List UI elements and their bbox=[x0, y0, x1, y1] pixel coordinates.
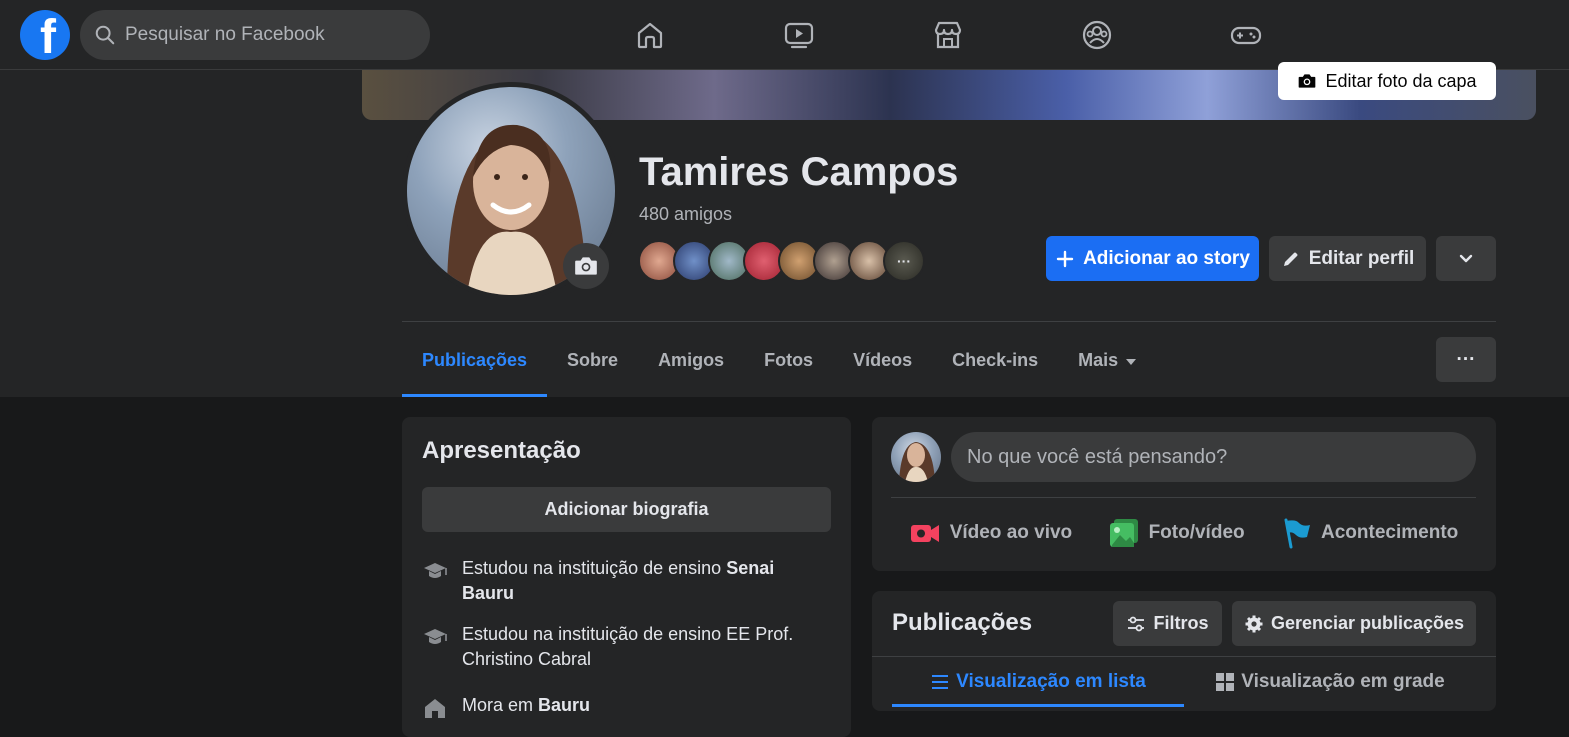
intro-item-prefix: Estudou na instituição de ensino bbox=[462, 558, 727, 578]
profile-name: Tamires Campos bbox=[639, 150, 959, 194]
nav-watch[interactable] bbox=[749, 0, 849, 70]
intro-education-item: Estudou na instituição de ensino EE Prof… bbox=[422, 622, 831, 672]
photo-video-button[interactable]: Foto/vídeo bbox=[1108, 517, 1245, 549]
posts-title: Publicações bbox=[892, 609, 1033, 636]
intro-item-text: Mora em Bauru bbox=[462, 693, 590, 718]
manage-posts-button[interactable]: Gerenciar publicações bbox=[1232, 601, 1476, 646]
nav-gaming[interactable] bbox=[1196, 0, 1296, 70]
graduation-cap-icon bbox=[424, 563, 447, 578]
live-video-icon bbox=[910, 525, 939, 542]
gear-icon bbox=[1245, 615, 1263, 632]
add-to-story-button[interactable]: Adicionar ao story bbox=[1046, 236, 1259, 281]
friends-count[interactable]: 480 amigos bbox=[639, 204, 732, 225]
logo-letter: f bbox=[40, 11, 56, 61]
home-icon bbox=[637, 22, 663, 49]
list-view-tab[interactable]: Visualização em lista bbox=[892, 657, 1184, 707]
tab-label: Check-ins bbox=[952, 350, 1039, 370]
caret-down-icon bbox=[1126, 358, 1137, 365]
tab-label: Publicações bbox=[422, 350, 528, 370]
filters-button[interactable]: Filtros bbox=[1113, 601, 1222, 646]
gaming-icon bbox=[1230, 26, 1262, 45]
edit-cover-photo-button[interactable]: Editar foto da capa bbox=[1278, 62, 1496, 100]
top-navigation-bar: f bbox=[0, 0, 1569, 70]
tab-videos[interactable]: Vídeos bbox=[833, 324, 932, 397]
tabs-more-options-button[interactable]: ··· bbox=[1436, 337, 1496, 382]
nav-marketplace[interactable] bbox=[898, 0, 998, 70]
tab-label: Sobre bbox=[567, 350, 619, 370]
tab-label: Mais bbox=[1078, 350, 1119, 370]
posts-card: Publicações Filtros Gerenciar publicaçõe… bbox=[872, 591, 1496, 711]
list-icon bbox=[932, 675, 949, 689]
camera-icon bbox=[1299, 74, 1316, 88]
tab-sobre[interactable]: Sobre bbox=[547, 324, 638, 397]
more-friends-dots: ··· bbox=[897, 253, 911, 269]
intro-item-text: Estudou na instituição de ensino Senai B… bbox=[462, 556, 831, 606]
filters-label: Filtros bbox=[1153, 613, 1209, 633]
chevron-down-icon bbox=[1459, 254, 1473, 262]
whats-on-your-mind-input[interactable]: No que você está pensando? bbox=[951, 432, 1476, 482]
filter-sliders-icon bbox=[1128, 616, 1145, 631]
camera-icon bbox=[575, 257, 597, 275]
grid-view-tab[interactable]: Visualização em grade bbox=[1184, 657, 1476, 707]
nav-home[interactable] bbox=[600, 0, 700, 70]
tab-label: Vídeos bbox=[853, 350, 913, 370]
profile-tabs: Publicações Sobre Amigos Fotos Vídeos Ch… bbox=[402, 324, 1156, 397]
composer-avatar[interactable] bbox=[891, 432, 941, 482]
more-options-dots: ··· bbox=[1456, 348, 1476, 370]
live-video-button[interactable]: Vídeo ao vivo bbox=[909, 517, 1072, 549]
update-profile-picture-button[interactable] bbox=[563, 243, 609, 289]
manage-posts-label: Gerenciar publicações bbox=[1270, 613, 1465, 633]
search-input[interactable] bbox=[125, 24, 405, 46]
groups-icon bbox=[1082, 20, 1112, 50]
life-event-button[interactable]: Acontecimento bbox=[1280, 517, 1458, 549]
edit-profile-label: Editar perfil bbox=[1308, 247, 1415, 269]
profile-options-button[interactable] bbox=[1436, 236, 1496, 281]
intro-education-item: Estudou na instituição de ensino Senai B… bbox=[422, 556, 831, 606]
tab-mais[interactable]: Mais bbox=[1058, 324, 1156, 397]
post-composer: No que você está pensando? Vídeo ao vivo… bbox=[872, 417, 1496, 571]
live-video-label: Vídeo ao vivo bbox=[949, 522, 1073, 543]
intro-item-text: Estudou na instituição de ensino EE Prof… bbox=[462, 622, 831, 672]
search-icon bbox=[95, 25, 115, 45]
tab-publicacoes[interactable]: Publicações bbox=[402, 324, 548, 397]
tab-label: Amigos bbox=[658, 350, 725, 370]
graduation-cap-icon bbox=[424, 629, 447, 644]
intro-title: Apresentação bbox=[422, 437, 581, 464]
intro-item-prefix: Mora em bbox=[462, 695, 539, 715]
friend-avatars-row: ··· bbox=[638, 240, 925, 282]
edit-profile-button[interactable]: Editar perfil bbox=[1269, 236, 1426, 281]
list-view-label: Visualização em lista bbox=[956, 671, 1146, 692]
intro-item-bold[interactable]: Bauru bbox=[538, 695, 590, 715]
intro-location-item: Mora em Bauru bbox=[422, 693, 831, 721]
add-bio-button[interactable]: Adicionar biografia bbox=[422, 487, 831, 532]
edit-cover-label: Editar foto da capa bbox=[1325, 70, 1477, 91]
facebook-logo[interactable]: f bbox=[20, 10, 70, 60]
tab-fotos[interactable]: Fotos bbox=[744, 324, 833, 397]
home-icon bbox=[425, 699, 445, 718]
search-box[interactable] bbox=[80, 10, 430, 60]
main-nav bbox=[600, 0, 1345, 70]
composer-actions: Vídeo ao vivo Foto/vídeo Acontecimento bbox=[891, 507, 1476, 559]
tab-amigos[interactable]: Amigos bbox=[638, 324, 744, 397]
add-to-story-label: Adicionar ao story bbox=[1083, 247, 1250, 269]
tab-check-ins[interactable]: Check-ins bbox=[932, 324, 1058, 397]
composer-avatar-illustration bbox=[899, 442, 935, 482]
pencil-icon bbox=[1283, 252, 1298, 266]
grid-view-label: Visualização em grade bbox=[1241, 671, 1445, 692]
watch-icon bbox=[784, 22, 814, 49]
intro-card: Apresentação Adicionar biografia Estudou… bbox=[402, 417, 851, 737]
nav-groups[interactable] bbox=[1047, 0, 1147, 70]
life-event-label: Acontecimento bbox=[1321, 522, 1459, 543]
tab-label: Fotos bbox=[764, 350, 814, 370]
more-friends-avatar[interactable]: ··· bbox=[883, 240, 925, 282]
header-divider bbox=[402, 321, 1496, 322]
plus-icon bbox=[1056, 250, 1074, 267]
grid-icon bbox=[1216, 673, 1235, 691]
marketplace-icon bbox=[934, 21, 962, 49]
flag-icon bbox=[1284, 518, 1311, 549]
composer-divider bbox=[891, 497, 1476, 498]
intro-item-prefix: Estudou na instituição de ensino EE Prof… bbox=[462, 624, 794, 669]
photo-icon bbox=[1109, 519, 1138, 547]
photo-video-label: Foto/vídeo bbox=[1148, 522, 1245, 543]
